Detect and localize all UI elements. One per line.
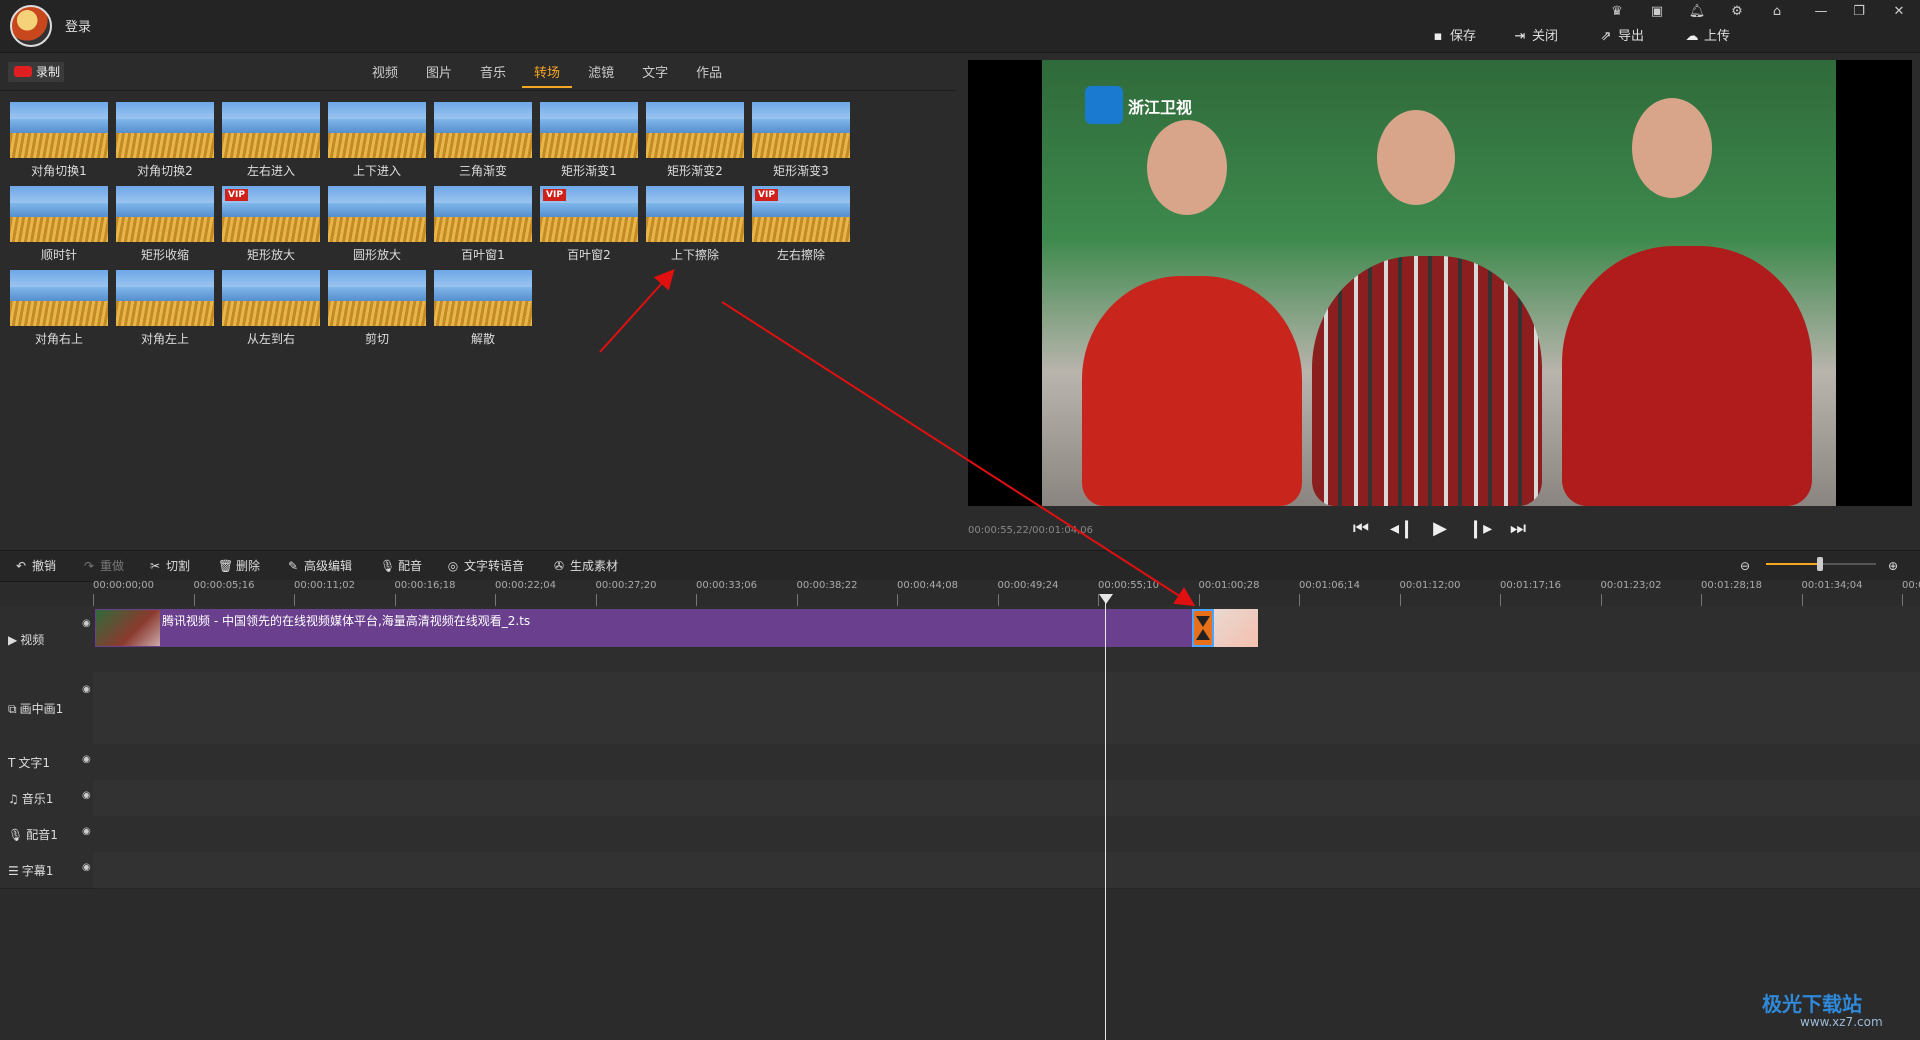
- arrow-to-timeline: [721, 301, 1196, 607]
- arrow-to-transition-tile: [599, 269, 675, 353]
- watermark-title: 极光下载站: [1762, 992, 1862, 1016]
- watermark-url: www.xz7.com: [1800, 1015, 1883, 1029]
- annotation-arrows: [599, 269, 1196, 607]
